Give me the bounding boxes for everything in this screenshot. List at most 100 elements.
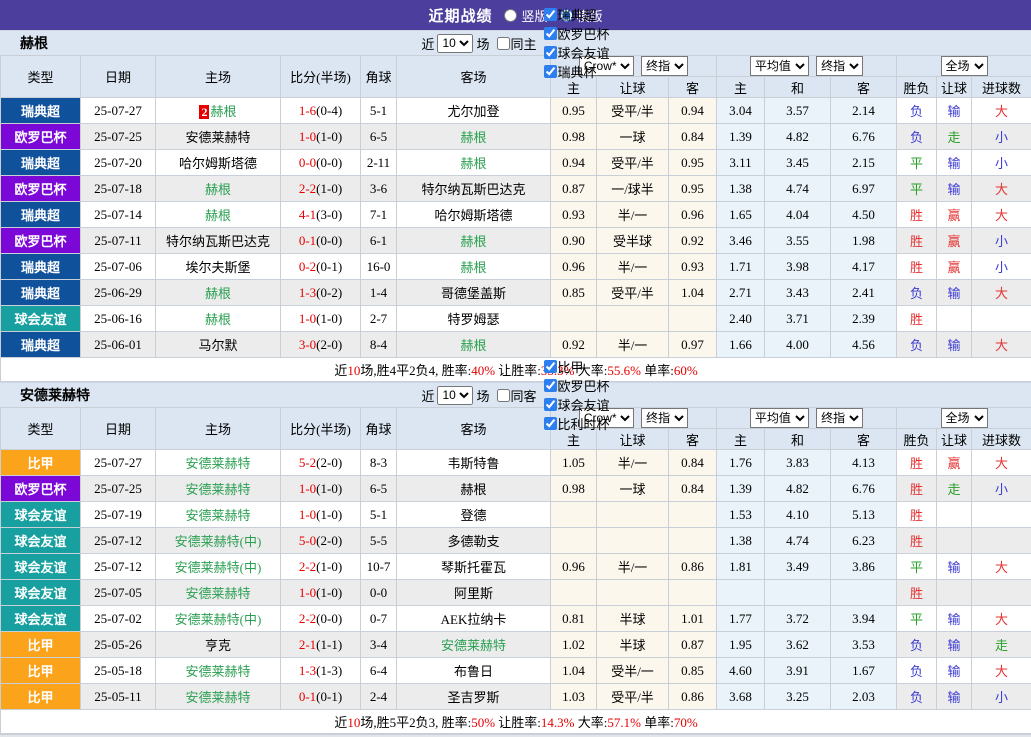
avg-draw-cell: 4.04 [765, 202, 831, 228]
corners-cell: 3-4 [361, 632, 397, 658]
league-filter-checkbox[interactable] [544, 379, 557, 392]
date-cell: 25-07-20 [81, 150, 156, 176]
filter-bar: 近 10 场 同客 比甲欧罗巴杯球会友谊比利时杯 [421, 357, 609, 433]
goals-result-cell: 大 [972, 176, 1031, 202]
league-cell: 球会友谊 [1, 528, 81, 554]
col-header-corners: 角球 [361, 56, 397, 98]
same-venue-checkbox[interactable] [497, 37, 510, 50]
match-count-select[interactable]: 10 [437, 386, 473, 405]
away-team-cell: 赫根 [397, 150, 551, 176]
handicap-result-cell: 赢 [937, 254, 972, 280]
league-filter[interactable]: 比利时杯 [537, 414, 610, 433]
league-filter-checkbox[interactable] [544, 27, 557, 40]
away-team-name: 哥德堡盖斯 [441, 286, 506, 301]
away-team-cell: 安德莱赫特 [397, 632, 551, 658]
same-venue-filter[interactable]: 同客 [490, 386, 537, 405]
avg-home-cell: 1.65 [717, 202, 765, 228]
league-filter[interactable]: 欧罗巴杯 [537, 24, 610, 43]
sub-result: 胜负 [897, 77, 937, 98]
avg-away-cell: 6.97 [831, 176, 897, 202]
avg-away-cell: 4.50 [831, 202, 897, 228]
odds-home-cell [551, 528, 597, 554]
home-team-cell: 赫根 [156, 176, 281, 202]
avg-sub-home: 主 [717, 77, 765, 98]
league-filter-label: 比甲 [558, 357, 584, 376]
odds-home-cell: 0.96 [551, 554, 597, 580]
home-team-cell: 安德莱赫特 [156, 476, 281, 502]
same-venue-filter[interactable]: 同主 [490, 34, 537, 53]
away-team-name: 布鲁日 [454, 664, 493, 679]
league-filter-checkbox[interactable] [544, 417, 557, 430]
home-team-cell: 赫根 [156, 202, 281, 228]
same-venue-label: 同客 [511, 386, 537, 405]
avg-away-cell: 5.13 [831, 502, 897, 528]
score-cell: 0-0(0-0) [281, 150, 361, 176]
summary-segment: 近 [334, 363, 347, 378]
result-cell: 负 [897, 98, 937, 124]
goals-result-cell: 大 [972, 554, 1031, 580]
away-team-cell: 尤尔加登 [397, 98, 551, 124]
score-cell: 3-0(2-0) [281, 332, 361, 358]
date-cell: 25-07-06 [81, 254, 156, 280]
handicap-result-cell: 输 [937, 150, 972, 176]
summary-segment: 10 [347, 363, 360, 378]
league-filter[interactable]: 瑞典杯 [537, 62, 610, 81]
odds-home-cell: 0.95 [551, 98, 597, 124]
scope-select[interactable]: 全场 [941, 56, 988, 76]
match-row: 球会友谊25-07-19安德莱赫特1-0(1-0)5-1登德1.534.105.… [1, 502, 1031, 528]
odds-stage-select[interactable]: 终指 [641, 56, 688, 76]
league-filter[interactable]: 比甲 [537, 357, 610, 376]
league-filter[interactable]: 瑞典超 [537, 5, 610, 24]
league-filter-checkbox[interactable] [544, 398, 557, 411]
league-filter-checkbox[interactable] [544, 46, 557, 59]
league-filter-checkbox[interactable] [544, 8, 557, 21]
league-cell: 欧罗巴杯 [1, 476, 81, 502]
league-filter-checkbox[interactable] [544, 360, 557, 373]
odds-away-cell: 0.92 [669, 228, 717, 254]
same-venue-checkbox[interactable] [497, 389, 510, 402]
odds-away-cell: 0.86 [669, 684, 717, 710]
odds-handicap-cell: 受平/半 [597, 280, 669, 306]
avg-away-cell: 2.03 [831, 684, 897, 710]
average-select[interactable]: 平均值 [750, 56, 809, 76]
score-cell: 1-6(0-4) [281, 98, 361, 124]
away-team-cell: 登德 [397, 502, 551, 528]
home-team-cell: 埃尔夫斯堡 [156, 254, 281, 280]
corners-cell: 2-4 [361, 684, 397, 710]
result-cell: 负 [897, 658, 937, 684]
away-team-name: 赫根 [460, 482, 486, 497]
result-cell: 胜 [897, 528, 937, 554]
league-filter[interactable]: 欧罗巴杯 [537, 376, 610, 395]
corners-cell: 5-5 [361, 528, 397, 554]
match-count-select[interactable]: 10 [437, 34, 473, 53]
sub-goals-result: 进球数 [972, 77, 1031, 98]
summary-segment: 单率: [641, 363, 674, 378]
goals-result-cell: 大 [972, 202, 1031, 228]
average-stage-select[interactable]: 终指 [816, 408, 863, 428]
near-label: 近 [421, 34, 434, 53]
summary-segment: 让胜率: [495, 715, 541, 730]
fulltime-score: 0-1 [299, 233, 316, 248]
avg-home-cell: 4.60 [717, 658, 765, 684]
odds-stage-select[interactable]: 终指 [641, 408, 688, 428]
date-cell: 25-05-11 [81, 684, 156, 710]
score-cell: 0-2(0-1) [281, 254, 361, 280]
home-team-cell: 安德莱赫特 [156, 450, 281, 476]
result-cell: 胜 [897, 450, 937, 476]
handicap-result-cell: 输 [937, 280, 972, 306]
home-team-name: 赫根 [205, 286, 231, 301]
avg-home-cell: 1.38 [717, 528, 765, 554]
league-filter[interactable]: 球会友谊 [537, 43, 610, 62]
avg-home-cell: 1.39 [717, 476, 765, 502]
halftime-score: (1-0) [316, 181, 342, 196]
scope-select[interactable]: 全场 [941, 408, 988, 428]
average-select[interactable]: 平均值 [750, 408, 809, 428]
avg-away-cell: 3.53 [831, 632, 897, 658]
handicap-result-cell: 走 [937, 476, 972, 502]
goals-result-cell: 小 [972, 150, 1031, 176]
avg-home-cell: 2.71 [717, 280, 765, 306]
league-filter-checkbox[interactable] [544, 65, 557, 78]
league-filter[interactable]: 球会友谊 [537, 395, 610, 414]
average-stage-select[interactable]: 终指 [816, 56, 863, 76]
summary-segment: 单率: [641, 715, 674, 730]
